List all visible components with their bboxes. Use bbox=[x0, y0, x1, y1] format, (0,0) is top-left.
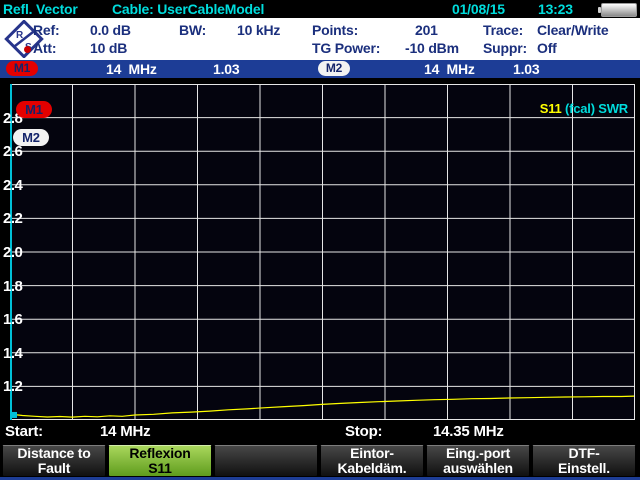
suppr-label: Suppr: bbox=[483, 40, 527, 56]
marker2-frequency: 14 MHz bbox=[424, 61, 475, 77]
y-axis-label: 1.4 bbox=[3, 345, 37, 362]
y-axis-label: 1.8 bbox=[3, 278, 37, 295]
start-label: Start: bbox=[5, 423, 43, 440]
trace-mode-label: Trace: bbox=[483, 22, 523, 38]
trace-title: S11 (fcal) SWR bbox=[519, 86, 628, 131]
y-axis-label: 1.2 bbox=[3, 378, 37, 395]
bw-label: BW: bbox=[179, 22, 206, 38]
bw-value: 10 kHz bbox=[237, 22, 280, 38]
tg-power-value: -10 dBm bbox=[405, 40, 459, 56]
header-bar: Refl. Vector Cable: UserCableModel 01/08… bbox=[0, 0, 640, 18]
marker1-value: 1.03 bbox=[213, 61, 239, 77]
y-axis-label: 2.2 bbox=[3, 210, 37, 227]
trace-mode-value: Clear/Write bbox=[537, 22, 608, 38]
stop-value: 14.35 MHz bbox=[433, 423, 504, 440]
start-value: 14 MHz bbox=[100, 423, 150, 440]
date-label: 01/08/15 bbox=[452, 1, 505, 17]
marker1-badge: M1 bbox=[6, 61, 38, 76]
marker-readout-bar: M1 14 MHz 1.03 M2 14 MHz 1.03 bbox=[0, 60, 640, 78]
svg-text:R: R bbox=[16, 30, 24, 41]
mode-title: Refl. Vector bbox=[3, 1, 78, 17]
softkey-empty[interactable] bbox=[214, 445, 318, 477]
settings-panel: R S Ref: 0.0 dB BW: 10 kHz Points: 201 T… bbox=[0, 18, 640, 60]
ref-value: 0.0 dB bbox=[90, 22, 131, 38]
marker1-frequency: 14 MHz bbox=[106, 61, 157, 77]
ref-label: Ref: bbox=[33, 22, 59, 38]
trace-title-s11: S11 bbox=[540, 101, 565, 116]
softkey-bar: Distance to FaultReflexion S11 Eintor- Ka… bbox=[0, 444, 640, 477]
att-active-bullet-icon bbox=[24, 46, 31, 53]
att-value: 10 dB bbox=[90, 40, 127, 56]
trace-title-detector: (fcal) SWR bbox=[565, 101, 628, 116]
time-label: 13:23 bbox=[538, 1, 573, 17]
softkey-reflexion-s11[interactable]: Reflexion S11 bbox=[108, 445, 212, 477]
softkey-eing-port-auswaehlen[interactable]: Eing.-port auswählen bbox=[426, 445, 530, 477]
frequency-axis-bar: Start: 14 MHz Stop: 14.35 MHz bbox=[0, 420, 640, 444]
stop-label: Stop: bbox=[345, 423, 382, 440]
suppr-value: Off bbox=[537, 40, 557, 56]
swr-chart: S11 (fcal) SWR M1 M2 bbox=[10, 84, 635, 420]
instrument-screen: Refl. Vector Cable: UserCableModel 01/08… bbox=[0, 0, 640, 480]
y-axis-label: 2.4 bbox=[3, 177, 37, 194]
marker2-value: 1.03 bbox=[513, 61, 539, 77]
marker2-graph-badge: M2 bbox=[13, 129, 49, 146]
tg-power-label: TG Power: bbox=[312, 40, 380, 56]
battery-icon bbox=[601, 3, 637, 17]
marker1-graph-badge: M1 bbox=[16, 101, 52, 118]
points-label: Points: bbox=[312, 22, 358, 38]
att-label: Att: bbox=[33, 40, 56, 56]
y-axis-label: 1.6 bbox=[3, 311, 37, 328]
softkey-distance-to-fault[interactable]: Distance to Fault bbox=[2, 445, 106, 477]
swr-plot-canvas bbox=[10, 84, 635, 420]
softkey-dtf-einstell[interactable]: DTF- Einstell. bbox=[532, 445, 636, 477]
points-value: 201 bbox=[415, 22, 438, 38]
marker2-badge: M2 bbox=[318, 61, 350, 76]
softkey-eintor-kabeldaem[interactable]: Eintor- Kabeldäm. bbox=[320, 445, 424, 477]
cable-model-label: Cable: UserCableModel bbox=[112, 1, 264, 17]
y-axis-label: 2.0 bbox=[3, 244, 37, 261]
